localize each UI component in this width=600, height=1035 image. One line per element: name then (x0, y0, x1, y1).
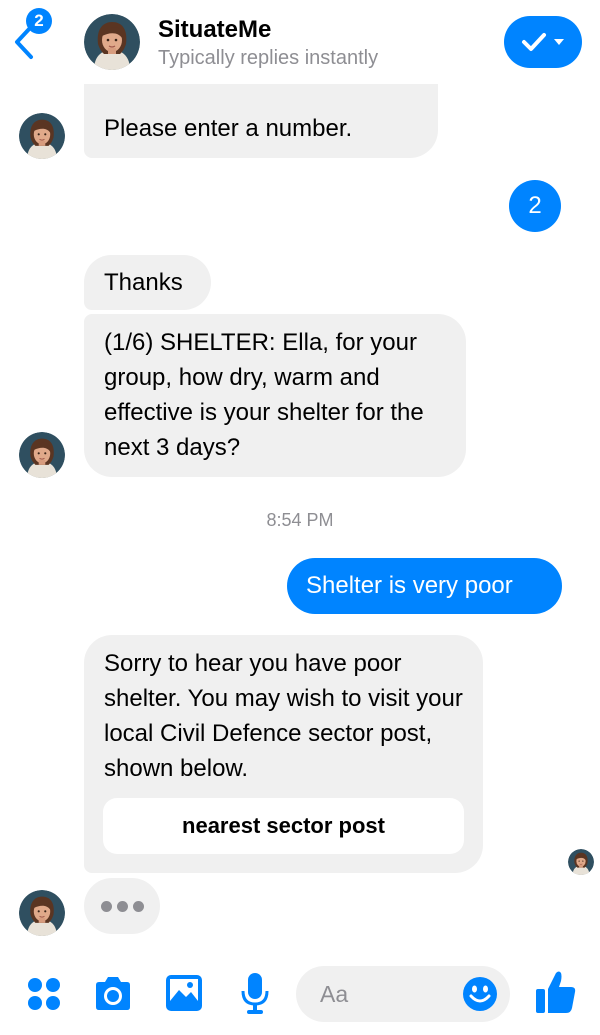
message-bubble-incoming[interactable]: Sorry to hear you have poor shelter. You… (84, 635, 483, 873)
caret-down-icon (554, 39, 564, 45)
done-button[interactable] (504, 16, 582, 68)
photo-icon[interactable] (164, 973, 204, 1013)
read-receipt-avatar (568, 849, 594, 875)
contact-status: Typically replies instantly (158, 47, 379, 69)
apps-icon[interactable] (26, 976, 62, 1012)
message-composer: Aa (0, 955, 600, 1035)
typing-dot (132, 900, 144, 912)
conversation-header: 2 SituateMe Typically replies instantly (0, 0, 600, 84)
message-input[interactable]: Aa (296, 966, 510, 1022)
contact-name[interactable]: SituateMe (158, 16, 271, 44)
sender-avatar[interactable] (19, 890, 65, 936)
sender-avatar[interactable] (19, 432, 65, 478)
camera-icon[interactable] (92, 975, 134, 1013)
typing-indicator (84, 878, 160, 934)
unread-badge: 2 (26, 8, 52, 34)
message-timestamp: 8:54 PM (266, 510, 334, 530)
microphone-icon[interactable] (240, 971, 270, 1015)
message-text: Sorry to hear you have poor shelter. You… (104, 650, 463, 782)
typing-dot (116, 900, 128, 912)
sender-avatar[interactable] (19, 113, 65, 159)
check-icon (522, 33, 546, 51)
message-bubble-outgoing[interactable]: Shelter is very poor (287, 558, 562, 614)
message-bubble-outgoing[interactable]: 2 (509, 180, 561, 232)
message-bubble-incoming[interactable]: Please enter a number. (84, 84, 438, 158)
emoji-icon[interactable] (462, 976, 498, 1012)
typing-dot (100, 900, 112, 912)
message-input-placeholder: Aa (320, 981, 349, 1007)
message-bubble-incoming[interactable]: Thanks (84, 255, 211, 310)
thumbs-up-icon[interactable] (534, 969, 578, 1015)
message-bubble-incoming[interactable]: (1/6) SHELTER: Ella, for your group, how… (84, 314, 466, 477)
quick-reply-button[interactable]: nearest sector post (103, 798, 464, 854)
contact-avatar[interactable] (84, 14, 140, 70)
